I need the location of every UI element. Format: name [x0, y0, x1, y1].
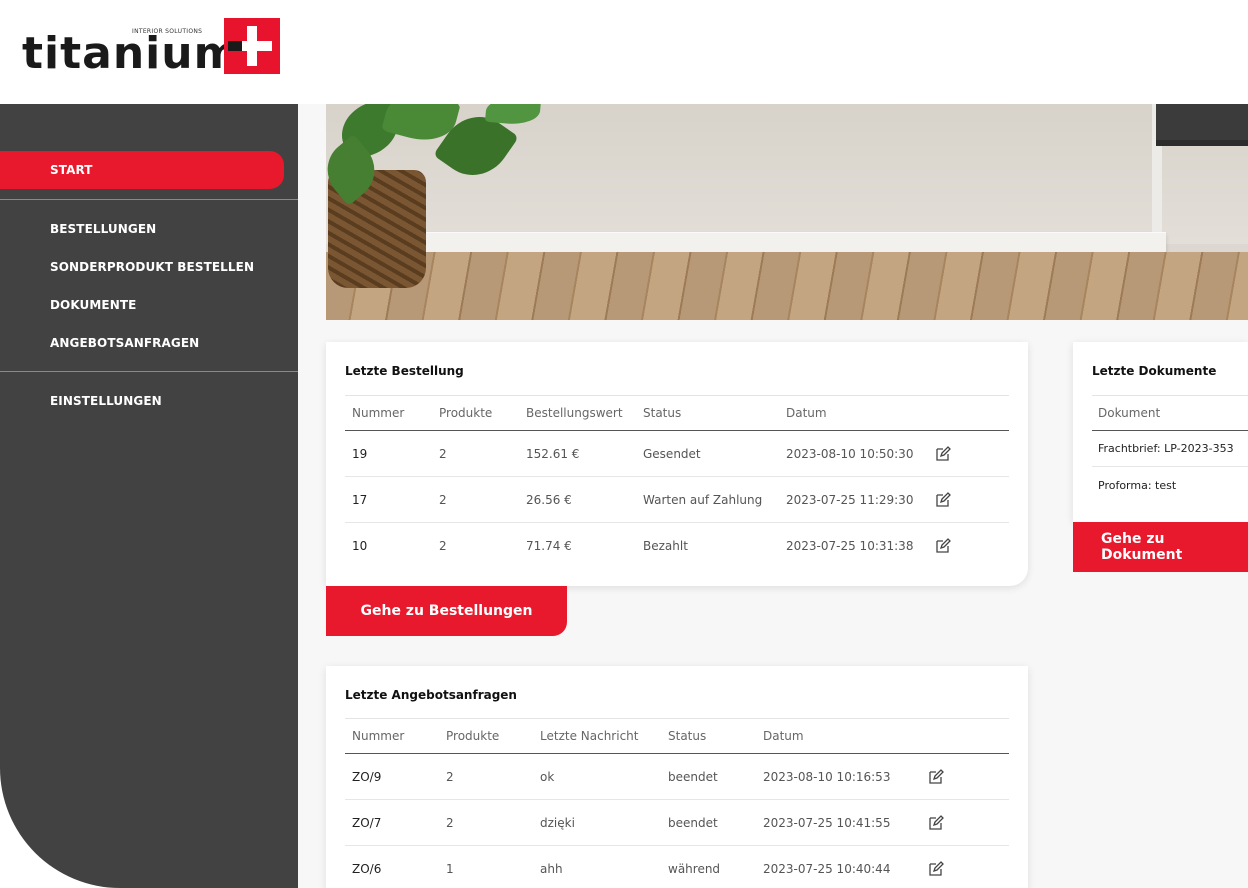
table-row: 17 2 26.56 € Warten auf Zahlung 2023-07-… — [345, 477, 1009, 523]
latest-orders-card: Letzte Bestellung Nummer Produkte Bestel… — [326, 342, 1028, 586]
order-status: Gesendet — [643, 446, 701, 461]
table-row[interactable]: Proforma: test — [1092, 467, 1248, 503]
column-header: Status — [668, 729, 707, 743]
quote-last-message: ahh — [540, 862, 563, 876]
sidebar-item-label: BESTELLUNGEN — [50, 222, 157, 236]
card-title: Letzte Dokumente — [1092, 364, 1217, 378]
quote-last-message: ok — [540, 769, 555, 784]
column-header: Dokument — [1098, 406, 1161, 420]
order-products: 2 — [439, 539, 447, 553]
table-row: ZO/9 2 ok beendet 2023-08-10 10:16:53 — [345, 754, 1009, 800]
sidebar-item-einstellungen[interactable]: EINSTELLUNGEN — [0, 385, 298, 417]
brand-name: titanium — [22, 28, 241, 79]
swiss-cross-icon — [224, 18, 280, 74]
latest-quotes-card: Letzte Angebotsanfragen Nummer Produkte … — [326, 666, 1028, 888]
edit-pencil-icon[interactable] — [934, 445, 952, 463]
edit-pencil-icon[interactable] — [927, 768, 945, 786]
sidebar-item-label: ANGEBOTSANFRAGEN — [50, 336, 200, 350]
column-header: Datum — [786, 406, 827, 420]
quotes-table: Nummer Produkte Letzte Nachricht Status … — [345, 718, 1009, 888]
edit-pencil-icon[interactable] — [934, 537, 952, 555]
table-header: Dokument — [1092, 395, 1248, 431]
edit-pencil-icon[interactable] — [927, 860, 945, 878]
order-products: 2 — [439, 446, 447, 461]
table-header: Nummer Produkte Bestellungswert Status D… — [345, 395, 1009, 431]
sofa-graphic — [1156, 104, 1248, 146]
quote-status: während — [668, 862, 721, 876]
column-header: Status — [643, 406, 682, 420]
edit-pencil-icon[interactable] — [927, 814, 945, 832]
card-title: Letzte Angebotsanfragen — [345, 688, 517, 702]
order-date: 2023-08-10 10:50:30 — [786, 446, 914, 461]
hero-banner-image — [326, 104, 1248, 320]
table-row: 10 2 71.74 € Bezahlt 2023-07-25 10:31:38 — [345, 523, 1009, 569]
column-header: Letzte Nachricht — [540, 729, 639, 743]
order-date: 2023-07-25 10:31:38 — [786, 539, 914, 553]
card-title: Letzte Bestellung — [345, 364, 464, 378]
sidebar-item-label: START — [50, 163, 93, 177]
sidebar-item-angebotsanfragen[interactable]: ANGEBOTSANFRAGEN — [0, 327, 298, 359]
sidebar-divider — [0, 371, 298, 372]
go-to-orders-button[interactable]: Gehe zu Bestellungen — [326, 586, 567, 636]
column-header: Nummer — [352, 406, 405, 420]
table-row: 19 2 152.61 € Gesendet 2023-08-10 10:50:… — [345, 431, 1009, 477]
orders-table: Nummer Produkte Bestellungswert Status D… — [345, 395, 1009, 585]
table-row: ZO/7 2 dzięki beendet 2023-07-25 10:41:5… — [345, 800, 1009, 846]
edit-pencil-icon[interactable] — [934, 491, 952, 509]
order-number: 10 — [352, 539, 368, 553]
order-value: 26.56 € — [526, 492, 572, 507]
sidebar-item-label: DOKUMENTE — [50, 298, 137, 312]
order-value: 71.74 € — [526, 539, 572, 553]
column-header: Produkte — [446, 729, 500, 743]
quote-products: 2 — [446, 815, 454, 830]
order-number: 17 — [352, 492, 368, 507]
brand-logo[interactable]: titanium INTERIOR SOLUTIONS — [22, 18, 292, 76]
brand-tagline: INTERIOR SOLUTIONS — [132, 28, 203, 35]
table-row: ZO/6 1 ahh während 2023-07-25 10:40:44 — [345, 846, 1009, 888]
quote-status: beendet — [668, 769, 718, 784]
quote-date: 2023-07-25 10:41:55 — [763, 815, 891, 830]
table-header: Nummer Produkte Letzte Nachricht Status … — [345, 718, 1009, 754]
quote-number: ZO/9 — [352, 769, 382, 784]
document-link[interactable]: Frachtbrief: LP-2023-353 — [1098, 431, 1234, 466]
sidebar-item-sonderprodukt[interactable]: SONDERPRODUKT BESTELLEN — [0, 251, 298, 283]
document-link[interactable]: Proforma: test — [1098, 467, 1176, 503]
sidebar-item-start[interactable]: START — [0, 151, 284, 189]
quote-number: ZO/6 — [352, 862, 382, 876]
column-header: Nummer — [352, 729, 405, 743]
column-header: Bestellungswert — [526, 406, 623, 420]
column-header: Datum — [763, 729, 804, 743]
sidebar-item-label: SONDERPRODUKT BESTELLEN — [50, 260, 255, 274]
order-date: 2023-07-25 11:29:30 — [786, 492, 914, 507]
latest-documents-card: Letzte Dokumente Dokument Frachtbrief: L… — [1073, 342, 1248, 522]
quote-date: 2023-07-25 10:40:44 — [763, 862, 891, 876]
order-value: 152.61 € — [526, 446, 580, 461]
sidebar-divider — [0, 199, 298, 200]
sidebar-item-bestellungen[interactable]: BESTELLUNGEN — [0, 213, 298, 245]
order-number: 19 — [352, 446, 368, 461]
quote-last-message: dzięki — [540, 815, 575, 830]
sidebar-item-label: EINSTELLUNGEN — [50, 394, 162, 408]
quote-number: ZO/7 — [352, 815, 382, 830]
sidebar-item-dokumente[interactable]: DOKUMENTE — [0, 289, 298, 321]
order-status: Warten auf Zahlung — [643, 492, 763, 507]
quote-products: 1 — [446, 862, 454, 876]
column-header: Produkte — [439, 406, 493, 420]
documents-table: Dokument Frachtbrief: LP-2023-353 Profor… — [1092, 395, 1248, 515]
quote-products: 2 — [446, 769, 454, 784]
quote-date: 2023-08-10 10:16:53 — [763, 769, 891, 784]
table-row[interactable]: Frachtbrief: LP-2023-353 — [1092, 431, 1248, 467]
sidebar: START BESTELLUNGEN SONDERPRODUKT BESTELL… — [0, 104, 298, 888]
go-to-documents-button[interactable]: Gehe zu Dokument — [1073, 522, 1248, 572]
main-content: Letzte Bestellung Nummer Produkte Bestel… — [298, 104, 1248, 888]
quote-status: beendet — [668, 815, 718, 830]
order-products: 2 — [439, 492, 447, 507]
order-status: Bezahlt — [643, 539, 688, 553]
